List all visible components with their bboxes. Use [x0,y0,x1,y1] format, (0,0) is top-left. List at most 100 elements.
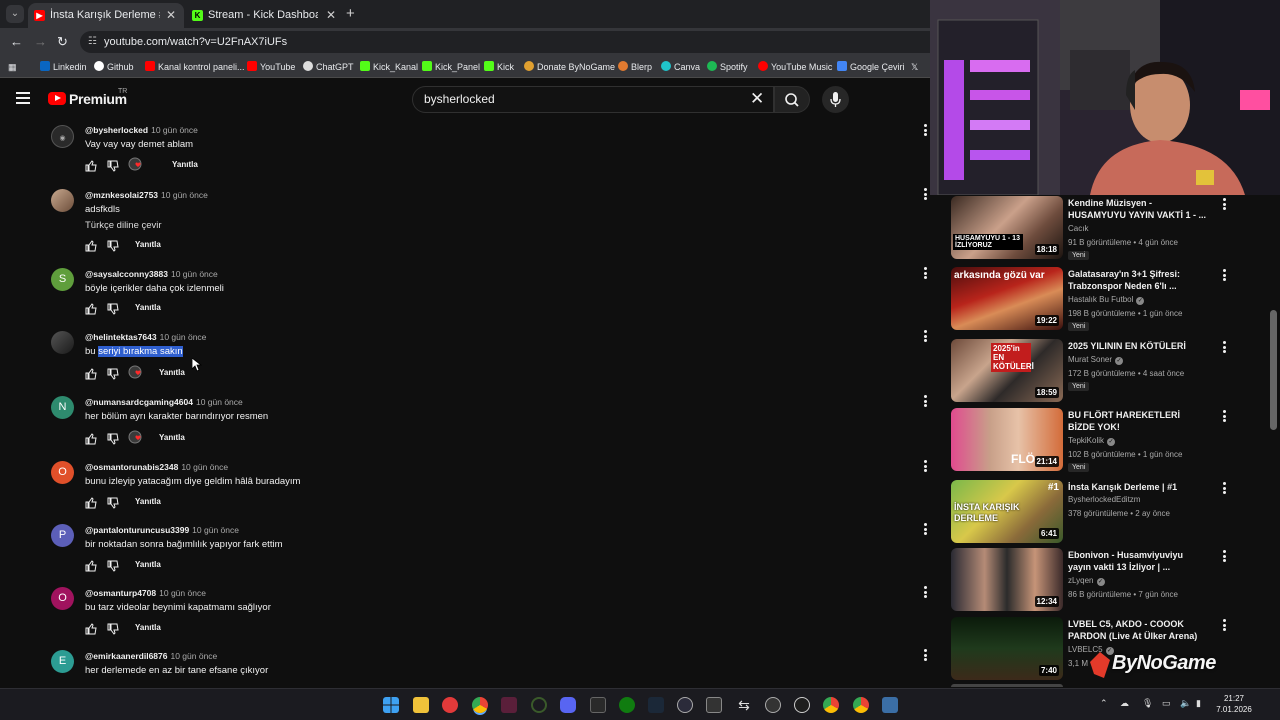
video-thumbnail[interactable]: 12:34 [951,548,1063,611]
windows-start-icon[interactable] [383,697,399,713]
apps-grid-icon[interactable]: ▦ [8,59,17,75]
search-button[interactable] [774,86,810,113]
avatar[interactable]: E [51,650,74,673]
comment-more-icon[interactable] [924,267,930,279]
bookmark-github[interactable]: Github [94,59,134,75]
comment-author[interactable]: @bysherlocked 10 gün önce [85,125,198,135]
dislike-icon[interactable] [107,303,119,315]
video-thumbnail[interactable]: 7:40 [951,617,1063,680]
avatar[interactable] [51,189,74,212]
discord-icon[interactable] [560,697,576,713]
comment-username[interactable]: @emirkaanerdil6876 [85,651,167,661]
url-field[interactable]: ☷ youtube.com/watch?v=U2FnAX7iUFs [80,31,950,53]
channel-name[interactable]: zLyqen [1068,576,1094,585]
close-tab-icon[interactable]: ✕ [326,3,336,28]
video-more-icon[interactable] [1223,410,1229,422]
chrome-icon[interactable] [472,697,488,713]
close-tab-icon[interactable]: ✕ [166,3,176,28]
video-thumbnail[interactable]: İNSTA KARIŞIK DERLEME #1 6:41 [951,480,1063,543]
comment-time[interactable]: 10 gün önce [181,462,228,472]
like-icon[interactable] [85,560,97,572]
reply-button[interactable]: Yanıtla [135,560,161,569]
tray-overflow-icon[interactable]: ⌃ [1100,698,1108,709]
microphone-tray-icon[interactable]: 🎙 [1142,698,1153,709]
xbox-icon[interactable] [619,697,635,713]
video-more-icon[interactable] [1223,269,1229,281]
channel-name[interactable]: BysherlockedEditzm [1068,495,1140,504]
comment-author[interactable]: @helintektas7643 10 gün önce [85,332,206,342]
comment-more-icon[interactable] [924,395,930,407]
app-icon[interactable] [501,697,517,713]
video-more-icon[interactable] [1223,198,1229,210]
related-video[interactable]: 12:34 Ebonivon - Husamviyuviyu yayın vak… [951,548,1280,612]
tab-youtube[interactable]: ▶ İnsta Karışık Derleme #6 - YouT ✕ [28,3,184,28]
reply-button[interactable]: Yanıtla [135,623,161,632]
like-icon[interactable] [85,433,97,445]
comment-username[interactable]: @helintektas7643 [85,332,157,342]
comment-author[interactable]: @osmantorunabis2348 10 gün önce [85,462,228,472]
comment-username[interactable]: @pantalonturuncusu3399 [85,525,189,535]
channel-name[interactable]: Cacık [1068,224,1088,233]
reload-icon[interactable]: ↻ [57,34,68,50]
unreal-icon[interactable] [794,697,810,713]
like-icon[interactable] [85,240,97,252]
comment-more-icon[interactable] [924,330,930,342]
comment-more-icon[interactable] [924,649,930,661]
video-title[interactable]: Galatasaray'ın 3+1 Şifresi: Trabzonspor … [1068,268,1208,292]
battery-icon[interactable]: ▮ [1196,698,1201,709]
comment-time[interactable]: 10 gün önce [170,651,217,661]
related-video[interactable]: 2025'in EN KÖTÜLERİ 18:59 2025 YILININ E… [951,339,1280,403]
new-tab-icon[interactable]: + [346,5,355,22]
x-twitter-icon[interactable]: 𝕏 [911,59,918,75]
video-more-icon[interactable] [1223,550,1229,562]
comment-author[interactable]: @mznkesolai2753 10 gün önce [85,190,208,200]
chrome-profile-icon[interactable] [853,697,869,713]
like-icon[interactable] [85,623,97,635]
video-title[interactable]: BU FLÖRT HAREKETLERİ BİZDE YOK! [1068,409,1208,433]
search-input[interactable]: bysherlocked [412,86,774,113]
clear-search-icon[interactable]: ✕ [750,89,764,109]
link-icon[interactable]: ⇆ [736,697,752,713]
video-channel[interactable]: zLyqen ✓ [1068,576,1105,586]
reply-button[interactable]: Yanıtla [135,303,161,312]
comment-more-icon[interactable] [924,523,930,535]
comment-username[interactable]: @osmantorunabis2348 [85,462,178,472]
reply-button[interactable]: Yanıtla [135,240,161,249]
avatar[interactable]: P [51,524,74,547]
reply-button[interactable]: Yanıtla [172,160,198,169]
comment-username[interactable]: @bysherlocked [85,125,148,135]
dislike-icon[interactable] [107,433,119,445]
next-video-thumbnail[interactable] [951,684,1063,687]
comment-author[interactable]: @saysalcconny3883 10 gün önce [85,269,218,279]
app-cube-icon[interactable] [706,697,722,713]
tab-kick-dashboard[interactable]: K Stream - Kick Dashboard ✕ [186,3,344,28]
channel-name[interactable]: TepkiKolik [1068,436,1104,445]
bookmark-blerp[interactable]: Blerp [618,59,652,75]
bookmark-youtube[interactable]: YouTube [247,59,295,75]
reply-button[interactable]: Yanıtla [159,368,185,377]
back-icon[interactable]: ← [10,34,23,49]
comment-time[interactable]: 10 gün önce [151,125,198,135]
video-title[interactable]: İnsta Karışık Derleme | #1 [1068,481,1208,493]
obs-icon[interactable] [765,697,781,713]
like-icon[interactable] [85,368,97,380]
cloud-icon[interactable]: ☁ [1120,698,1129,709]
avatar[interactable]: S [51,268,74,291]
video-channel[interactable]: Cacık [1068,224,1088,233]
media-player-icon[interactable] [442,697,458,713]
comment-time[interactable]: 10 gün önce [159,588,206,598]
video-title[interactable]: Ebonivon - Husamviyuviyu yayın vakti 13 … [1068,549,1208,573]
dislike-icon[interactable] [107,240,119,252]
chrome-profile-icon[interactable] [823,697,839,713]
comment-more-icon[interactable] [924,460,930,472]
related-video[interactable]: arkasında gözü var 19:22 Galatasaray'ın … [951,267,1280,331]
bookmark-kick-panel[interactable]: Kick_Panel [422,59,480,75]
dislike-icon[interactable] [107,368,119,380]
dislike-icon[interactable] [107,623,119,635]
like-icon[interactable] [85,497,97,509]
related-video[interactable]: FLÖ 21:14 BU FLÖRT HAREKETLERİ BİZDE YOK… [951,408,1280,472]
video-channel[interactable]: TepkiKolik ✓ [1068,436,1116,446]
comment-time[interactable]: 10 gün önce [196,397,243,407]
youtube-logo-icon[interactable] [48,92,66,105]
avatar[interactable]: N [51,396,74,419]
